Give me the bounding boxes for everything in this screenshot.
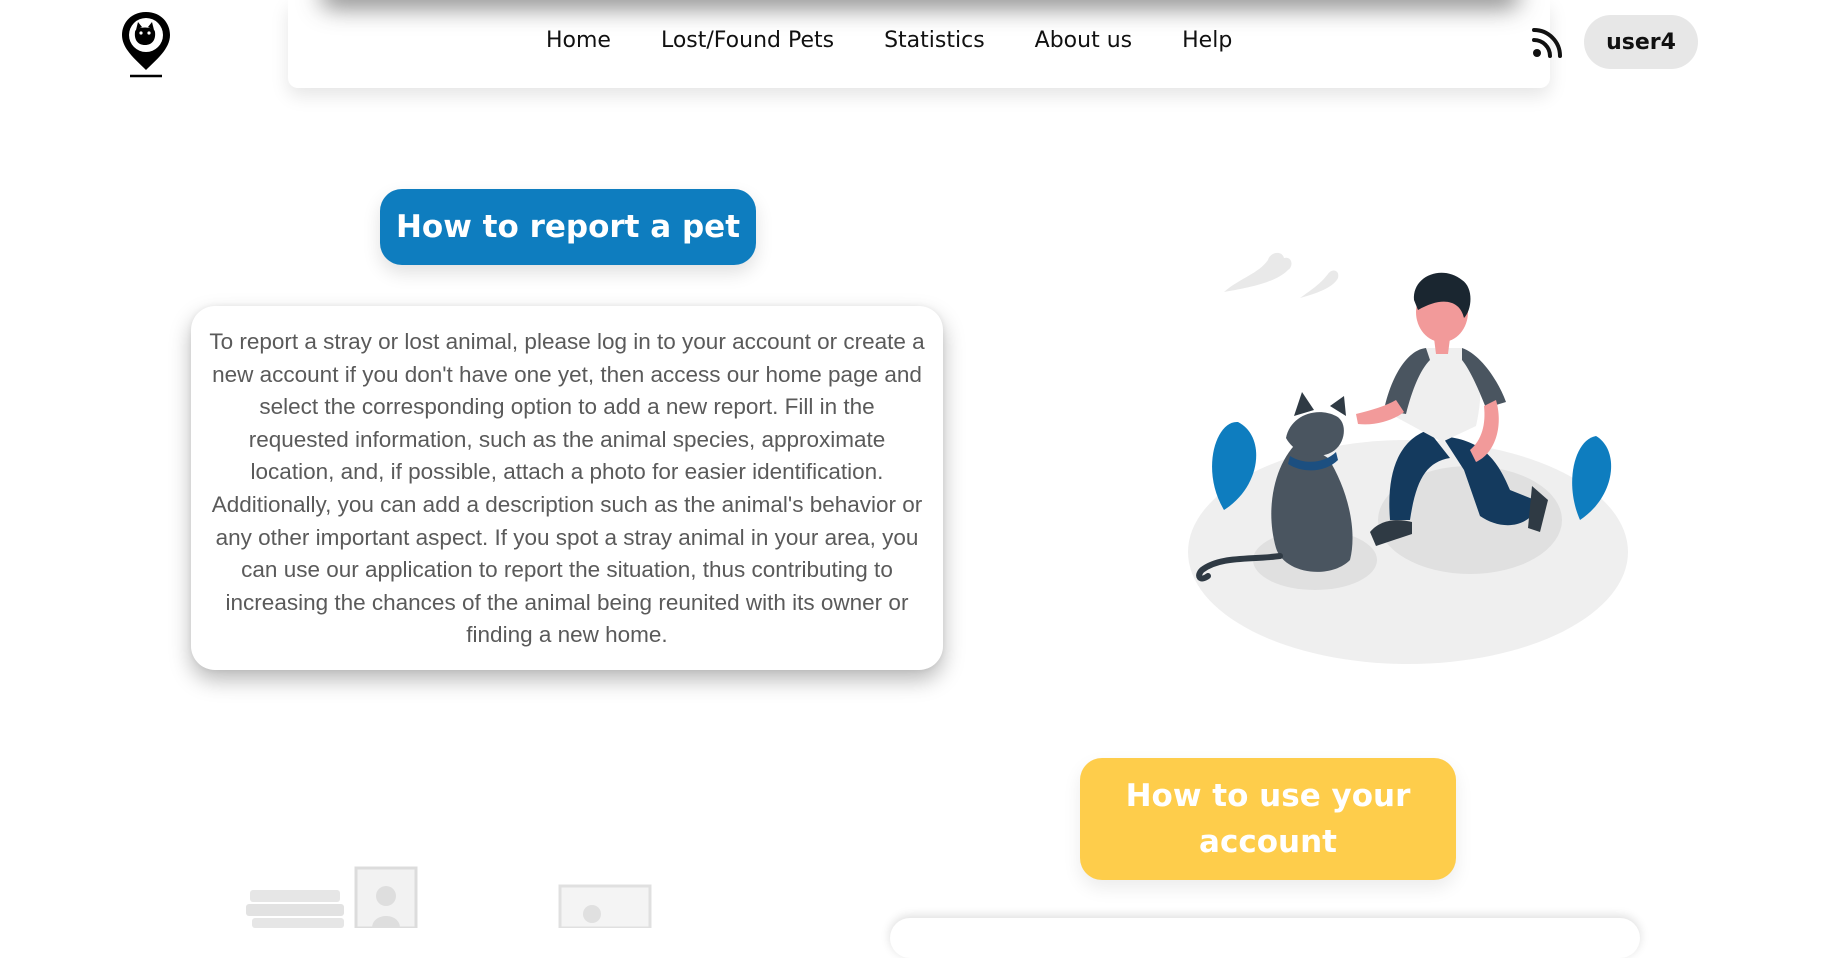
main-nav: Home Lost/Found Pets Statistics About us… [546,24,1282,58]
nav-lost-found-pets[interactable]: Lost/Found Pets [661,24,834,58]
man-with-dog-illustration [1188,252,1628,664]
blurred-backdrop [320,0,1520,8]
report-pet-heading: How to report a pet [380,189,756,265]
bookshelf-illustration [246,866,652,928]
report-pet-card: To report a stray or lost animal, please… [191,306,943,670]
nav-statistics[interactable]: Statistics [884,24,985,58]
nav-about-us[interactable]: About us [1035,24,1132,58]
use-account-heading: How to use your account [1080,758,1456,880]
nav-help[interactable]: Help [1182,24,1232,58]
logo-icon[interactable] [118,8,174,78]
nav-home[interactable]: Home [546,24,611,58]
user-menu-button[interactable]: user4 [1584,15,1698,69]
use-account-card [890,918,1640,958]
top-navbar: Home Lost/Found Pets Statistics About us… [0,0,1822,90]
rss-icon[interactable] [1532,26,1564,58]
